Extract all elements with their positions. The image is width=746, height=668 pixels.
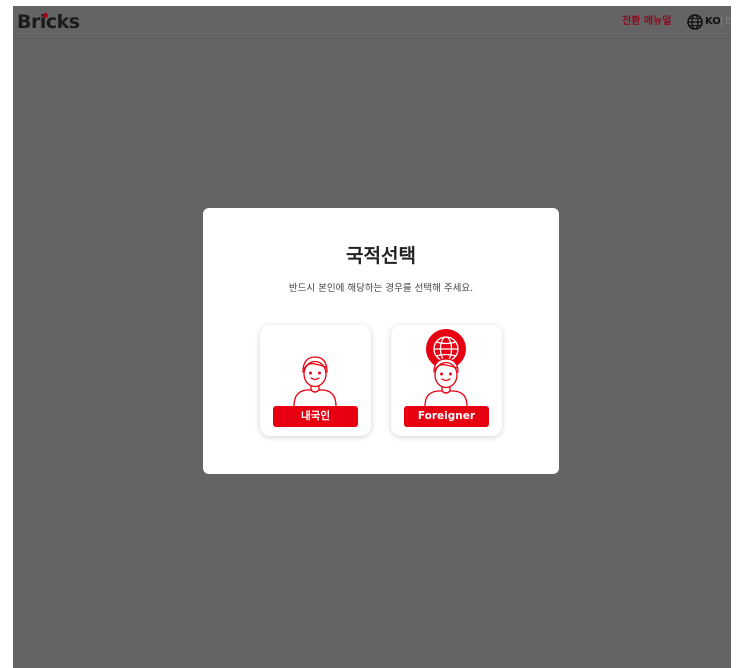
lang-en[interactable]: EN — [725, 15, 731, 29]
brand-logo[interactable]: Bricks — [17, 11, 80, 33]
lang-separator: | — [720, 16, 724, 27]
option-domestic[interactable]: 내국인 — [260, 325, 371, 436]
logo-text-start: Br — [17, 11, 40, 33]
page-frame: Bricks 전환 메뉴얼 KO | EN 국적선택 반드시 본인에 해당하는 … — [13, 6, 731, 668]
nationality-modal: 국적선택 반드시 본인에 해당하는 경우를 선택해 주세요. 내국인 Forei… — [203, 208, 559, 474]
logo-text-dot: i — [39, 11, 47, 33]
modal-subtitle: 반드시 본인에 해당하는 경우를 선택해 주세요. — [288, 283, 474, 294]
top-bar: Bricks 전환 메뉴얼 KO | EN — [13, 6, 731, 39]
manual-link[interactable]: 전환 메뉴얼 — [622, 15, 671, 29]
lang-ko[interactable]: KO — [705, 15, 721, 29]
domestic-label: 내국인 — [273, 406, 358, 427]
logo-text-end: cks — [45, 11, 80, 33]
foreigner-label: Foreigner — [404, 406, 489, 427]
globe-icon[interactable] — [687, 14, 703, 30]
modal-title: 국적선택 — [346, 245, 416, 267]
option-foreigner[interactable]: Foreigner — [391, 325, 502, 436]
